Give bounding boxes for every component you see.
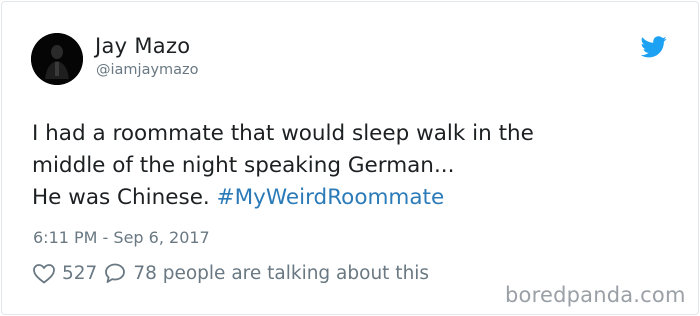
replies-link[interactable]: 78 people are talking about this	[133, 263, 429, 284]
like-count[interactable]: 527	[62, 263, 97, 284]
tweet-text-line: middle of the night speaking German...	[32, 153, 455, 178]
author-handle[interactable]: @iamjaymazo	[96, 62, 199, 78]
twitter-bird-icon[interactable]	[641, 36, 667, 58]
tweet-text-line: I had a roommate that would sleep walk i…	[32, 121, 534, 146]
tweet-actions: 527 78 people are talking about this	[32, 260, 429, 286]
tweet-timestamp[interactable]: 6:11 PM - Sep 6, 2017	[33, 228, 210, 247]
author-name[interactable]: Jay Mazo	[95, 34, 190, 58]
avatar[interactable]	[31, 33, 83, 85]
speech-bubble-icon[interactable]	[103, 262, 127, 284]
heart-icon[interactable]	[32, 262, 56, 284]
tweet-text-segment: He was Chinese.	[32, 185, 210, 210]
tweet-text-line: He was Chinese. #MyWeirdRoommate	[32, 182, 652, 214]
watermark-logo: boredpanda.com	[505, 283, 686, 307]
tweet-text: I had a roommate that would sleep walk i…	[32, 118, 652, 214]
hashtag-link[interactable]: #MyWeirdRoommate	[217, 185, 445, 210]
avatar-photo-icon	[31, 33, 83, 85]
tweet-card: Jay Mazo @iamjaymazo I had a roommate th…	[0, 0, 700, 316]
